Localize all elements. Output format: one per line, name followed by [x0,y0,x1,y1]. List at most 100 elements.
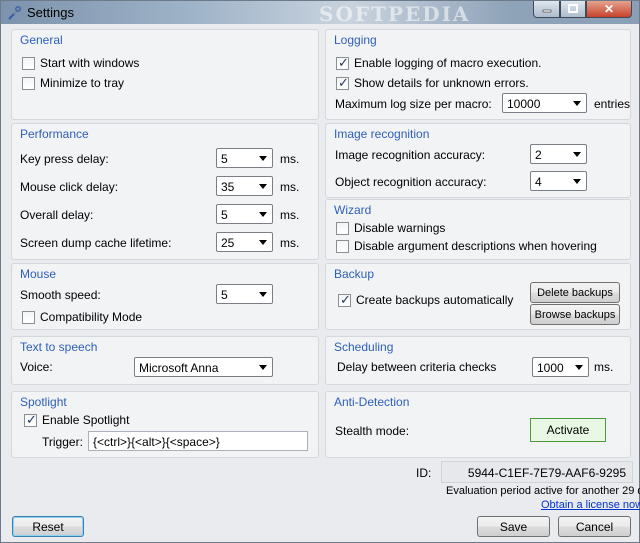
cancel-button[interactable]: Cancel [558,516,631,537]
create-backups-checkbox[interactable]: ✓ [338,292,351,307]
close-button[interactable]: ✕ [586,1,632,18]
chevron-down-icon [256,235,270,249]
minimize-button[interactable] [533,1,560,18]
object-recognition-accuracy-dropdown[interactable]: 4 [530,171,587,191]
anti-detection-panel: Anti-Detection Stealth mode: Activate [325,391,631,458]
section-title-logging: Logging [334,33,377,47]
check-icon: ✓ [340,292,351,307]
browse-backups-button[interactable]: Browse backups [530,304,620,325]
check-icon: ✓ [338,75,349,90]
wizard-panel: Wizard Disable warnings Disable argument… [325,199,631,260]
voice-dropdown[interactable]: Microsoft Anna [134,357,273,377]
obtain-license-link[interactable]: Obtain a license now! [541,499,640,511]
disable-warnings-label: Disable warnings [354,221,446,235]
close-icon: ✕ [603,2,615,16]
section-title-scheduling: Scheduling [334,340,394,354]
section-title-anti-detection: Anti-Detection [334,395,410,409]
compatibility-mode-checkbox[interactable] [22,311,35,324]
minimize-to-tray-label: Minimize to tray [40,76,125,90]
section-title-spotlight: Spotlight [20,395,67,409]
show-details-label: Show details for unknown errors. [354,76,529,90]
max-log-size-label: Maximum log size per macro: [335,97,492,111]
delete-backups-button[interactable]: Delete backups [530,282,620,303]
check-icon: ✓ [338,55,349,70]
minimize-to-tray-checkbox[interactable] [22,77,35,90]
criteria-delay-unit: ms. [594,360,614,374]
reset-button[interactable]: Reset [12,516,84,537]
section-title-wizard: Wizard [334,203,372,217]
section-title-performance: Performance [20,127,89,141]
overall-delay-unit: ms. [280,208,300,222]
logging-panel: Logging ✓ Enable logging of macro execut… [325,29,631,120]
smooth-speed-dropdown[interactable]: 5 [216,284,273,304]
compatibility-mode-label: Compatibility Mode [40,310,143,324]
start-with-windows-label: Start with windows [40,56,140,70]
minimize-icon [542,9,551,13]
section-title-text-to-speech: Text to speech [20,340,98,354]
settings-window: Settings SOFTPEDIA ✕ General Start with … [0,0,640,543]
title-bar[interactable]: Settings SOFTPEDIA ✕ [1,1,639,26]
chevron-down-icon [570,96,584,110]
criteria-delay-label: Delay between criteria checks [337,360,497,374]
chevron-down-icon [256,360,270,374]
max-log-size-dropdown[interactable]: 10000 [502,93,587,113]
object-recognition-accuracy-label: Object recognition accuracy: [335,175,487,189]
show-details-checkbox[interactable]: ✓ [336,75,349,90]
mouse-click-delay-dropdown[interactable]: 35 [216,176,273,196]
chevron-down-icon [572,360,586,374]
chevron-down-icon [256,151,270,165]
stealth-mode-label: Stealth mode: [335,424,410,438]
screen-dump-cache-lifetime-dropdown[interactable]: 25 [216,232,273,252]
image-recognition-accuracy-label: Image recognition accuracy: [335,148,486,162]
overall-delay-dropdown[interactable]: 5 [216,204,273,224]
image-recognition-accuracy-dropdown[interactable]: 2 [530,144,587,164]
window-title: Settings [27,5,74,20]
enable-spotlight-label: Enable Spotlight [42,413,130,427]
id-field: 5944-C1EF-7E79-AAF6-9295 [441,461,633,483]
scheduling-panel: Scheduling Delay between criteria checks… [325,336,631,385]
id-label: ID: [416,466,432,480]
mouse-click-delay-label: Mouse click delay: [20,180,119,194]
performance-panel: Performance Key press delay: 5 ms. Mouse… [11,123,319,260]
maximize-icon [568,4,578,13]
disable-warnings-checkbox[interactable] [336,222,349,235]
trigger-input[interactable]: {<ctrl>}{<alt>}{<space>} [88,431,308,451]
start-with-windows-checkbox[interactable] [22,57,35,70]
general-panel: General Start with windows Minimize to t… [11,29,319,120]
screen-dump-cache-lifetime-label: Screen dump cache lifetime: [20,236,172,250]
key-press-delay-unit: ms. [280,152,300,166]
section-title-image-recognition: Image recognition [334,127,430,141]
watermark-logo: SOFTPEDIA [319,2,471,26]
save-button[interactable]: Save [477,516,550,537]
spotlight-panel: Spotlight ✓ Enable Spotlight Trigger: {<… [11,391,319,458]
enable-spotlight-checkbox[interactable]: ✓ [24,412,37,427]
disable-argument-descriptions-checkbox[interactable] [336,240,349,253]
chevron-down-icon [256,179,270,193]
text-to-speech-panel: Text to speech Voice: Microsoft Anna [11,336,319,385]
criteria-delay-dropdown[interactable]: 1000 [532,357,589,377]
voice-label: Voice: [20,360,53,374]
section-title-backup: Backup [334,267,375,281]
mouse-panel: Mouse Smooth speed: 5 Compatibility Mode [11,263,319,330]
key-press-delay-label: Key press delay: [20,152,109,166]
chevron-down-icon [256,287,270,301]
activate-button[interactable]: Activate [530,418,606,442]
enable-logging-checkbox[interactable]: ✓ [336,55,349,70]
disable-argument-descriptions-label: Disable argument descriptions when hover… [354,239,597,253]
chevron-down-icon [570,147,584,161]
image-recognition-panel: Image recognition Image recognition accu… [325,123,631,198]
key-press-delay-dropdown[interactable]: 5 [216,148,273,168]
smooth-speed-label: Smooth speed: [20,288,101,302]
maximize-button[interactable] [560,1,586,18]
check-icon: ✓ [26,412,37,427]
section-title-general: General [20,33,63,47]
enable-logging-label: Enable logging of macro execution. [354,56,542,70]
overall-delay-label: Overall delay: [20,208,94,222]
tools-icon [8,6,22,20]
mouse-click-delay-unit: ms. [280,180,300,194]
trigger-label: Trigger: [42,435,83,449]
max-log-size-unit: entries [594,97,631,111]
screen-dump-cache-lifetime-unit: ms. [280,236,300,250]
chevron-down-icon [256,207,270,221]
backup-panel: Backup ✓ Create backups automatically De… [325,263,631,330]
